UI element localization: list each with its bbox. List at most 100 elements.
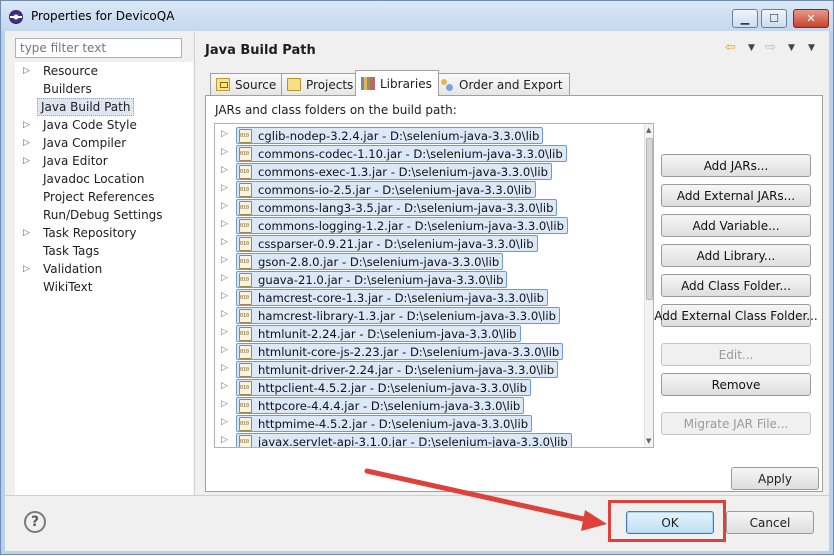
migrate-jar-button[interactable]: Migrate JAR File... — [661, 412, 811, 435]
add-external-jars-button[interactable]: Add External JARs... — [661, 184, 811, 207]
expand-arrow-icon[interactable]: ▷ — [221, 381, 228, 391]
jar-selection[interactable]: cssparser-0.9.21.jar - D:\selenium-java-… — [236, 235, 538, 252]
nav-item[interactable]: Javadoc Location — [15, 170, 193, 188]
nav-item[interactable]: WikiText — [15, 278, 193, 296]
nav-item[interactable]: Task Tags — [15, 242, 193, 260]
nav-item[interactable]: Run/Debug Settings — [15, 206, 193, 224]
jar-selection[interactable]: guava-21.0.jar - D:\selenium-java-3.3.0\… — [236, 271, 508, 288]
expand-arrow-icon[interactable]: ▷ — [221, 309, 228, 319]
jar-list-item[interactable]: ▷ httpcore-4.4.4.jar - D:\selenium-java-3… — [215, 396, 640, 414]
jar-list-item[interactable]: ▷ cssparser-0.9.21.jar - D:\selenium-java… — [215, 234, 640, 252]
minimize-button[interactable]: ▁ — [732, 9, 758, 28]
jar-selection[interactable]: commons-exec-1.3.jar - D:\selenium-java-… — [236, 163, 552, 180]
back-arrow-icon[interactable]: ⇦ — [725, 40, 736, 55]
expand-arrow-icon[interactable]: ▷ — [23, 260, 33, 278]
expand-arrow-icon[interactable]: ▷ — [23, 134, 33, 152]
expand-arrow-icon[interactable]: ▷ — [23, 224, 33, 242]
expand-arrow-icon[interactable]: ▷ — [221, 183, 228, 193]
tab-libraries[interactable]: Libraries — [355, 70, 439, 96]
jar-list-item[interactable]: ▷ gson-2.8.0.jar - D:\selenium-java-3.3.0… — [215, 252, 640, 270]
nav-item[interactable]: ▷ Java Compiler — [15, 134, 193, 152]
jar-selection[interactable]: httpclient-4.5.2.jar - D:\selenium-java-… — [236, 379, 531, 396]
expand-arrow-icon[interactable]: ▷ — [23, 116, 33, 134]
jar-selection[interactable]: hamcrest-library-1.3.jar - D:\selenium-j… — [236, 307, 560, 324]
expand-arrow-icon[interactable]: ▷ — [221, 291, 228, 301]
expand-arrow-icon[interactable]: ▷ — [221, 399, 228, 409]
expand-arrow-icon[interactable]: ▷ — [221, 237, 228, 247]
jar-list-scrollbar[interactable]: ▲ ▼ — [644, 124, 653, 447]
edit-button[interactable]: Edit... — [661, 343, 811, 366]
expand-arrow-icon[interactable]: ▷ — [23, 62, 33, 80]
nav-item[interactable]: ▷ Resource — [15, 62, 193, 80]
expand-arrow-icon[interactable]: ▷ — [221, 417, 228, 427]
back-dropdown-icon[interactable]: ▼ — [748, 43, 755, 53]
expand-arrow-icon[interactable]: ▷ — [221, 255, 228, 265]
jar-list-item[interactable]: ▷ commons-lang3-3.5.jar - D:\selenium-jav… — [215, 198, 640, 216]
expand-arrow-icon[interactable]: ▷ — [221, 327, 228, 337]
jar-selection[interactable]: httpmime-4.5.2.jar - D:\selenium-java-3.… — [236, 415, 533, 432]
filter-input[interactable] — [15, 38, 182, 58]
maximize-button[interactable]: ☐ — [761, 9, 787, 28]
scroll-down-icon[interactable]: ▼ — [646, 437, 651, 445]
nav-item[interactable]: ▷ Java Code Style — [15, 116, 193, 134]
expand-arrow-icon[interactable]: ▷ — [221, 273, 228, 283]
nav-item[interactable]: Project References — [15, 188, 193, 206]
jar-selection[interactable]: commons-io-2.5.jar - D:\selenium-java-3.… — [236, 181, 536, 198]
add-class-folder-button[interactable]: Add Class Folder... — [661, 274, 811, 297]
nav-item[interactable]: ▷ Validation — [15, 260, 193, 278]
expand-arrow-icon[interactable]: ▷ — [221, 165, 228, 175]
tab-order-and-export[interactable]: Order and Export — [434, 73, 570, 95]
jar-selection[interactable]: htmlunit-2.24.jar - D:\selenium-java-3.3… — [236, 325, 521, 342]
scroll-thumb[interactable] — [646, 138, 653, 300]
jar-selection[interactable]: httpcore-4.4.4.jar - D:\selenium-java-3.… — [236, 397, 525, 414]
help-icon[interactable]: ? — [24, 511, 46, 533]
jar-selection[interactable]: cglib-nodep-3.2.4.jar - D:\selenium-java… — [236, 127, 544, 144]
tab-projects[interactable]: Projects — [281, 73, 361, 95]
jar-list-item[interactable]: ▷ guava-21.0.jar - D:\selenium-java-3.3.0… — [215, 270, 640, 288]
pane-divider[interactable] — [194, 31, 195, 495]
expand-arrow-icon[interactable]: ▷ — [221, 129, 228, 139]
expand-arrow-icon[interactable]: ▷ — [221, 147, 228, 157]
remove-button[interactable]: Remove — [661, 373, 811, 396]
expand-arrow-icon[interactable]: ▷ — [221, 219, 228, 229]
jar-list-item[interactable]: ▷ htmlunit-driver-2.24.jar - D:\selenium-… — [215, 360, 640, 378]
tab-source[interactable]: Source — [210, 73, 284, 95]
apply-button[interactable]: Apply — [731, 467, 819, 490]
nav-item[interactable]: ▷ Task Repository — [15, 224, 193, 242]
add-variable-button[interactable]: Add Variable... — [661, 214, 811, 237]
add-external-class-folder-button[interactable]: Add External Class Folder... — [654, 304, 818, 327]
jar-list-item[interactable]: ▷ hamcrest-library-1.3.jar - D:\selenium-… — [215, 306, 640, 324]
expand-arrow-icon[interactable]: ▷ — [221, 201, 228, 211]
jar-selection[interactable]: commons-codec-1.10.jar - D:\selenium-jav… — [236, 145, 567, 162]
expand-arrow-icon[interactable]: ▷ — [23, 152, 33, 170]
jar-list-item[interactable]: ▷ hamcrest-core-1.3.jar - D:\selenium-jav… — [215, 288, 640, 306]
jar-list-item[interactable]: ▷ javax.servlet-api-3.1.0.jar - D:\seleni… — [215, 432, 640, 447]
jar-selection[interactable]: htmlunit-core-js-2.23.jar - D:\selenium-… — [236, 343, 564, 360]
expand-arrow-icon[interactable]: ▷ — [221, 435, 228, 445]
jar-list[interactable]: ▷ javax.servlet-api-3.1.0.jar - D:\seleni… — [214, 123, 654, 448]
ok-button[interactable]: OK — [626, 511, 714, 534]
jar-list-item[interactable]: ▷ commons-exec-1.3.jar - D:\selenium-java… — [215, 162, 640, 180]
jar-list-item[interactable]: ▷ htmlunit-core-js-2.23.jar - D:\selenium… — [215, 342, 640, 360]
nav-item[interactable]: ▷ Java Editor — [15, 152, 193, 170]
jar-list-item[interactable]: ▷ commons-io-2.5.jar - D:\selenium-java-3… — [215, 180, 640, 198]
jar-list-item[interactable]: ▷ htmlunit-2.24.jar - D:\selenium-java-3.… — [215, 324, 640, 342]
jar-list-item[interactable]: ▷ httpclient-4.5.2.jar - D:\selenium-java… — [215, 378, 640, 396]
expand-arrow-icon[interactable]: ▷ — [221, 363, 228, 373]
close-button[interactable]: ✕ — [793, 9, 829, 28]
add-library-button[interactable]: Add Library... — [661, 244, 811, 267]
jar-list-item[interactable]: ▷ httpmime-4.5.2.jar - D:\selenium-java-3… — [215, 414, 640, 432]
jar-list-item[interactable]: ▷ commons-codec-1.10.jar - D:\selenium-ja… — [215, 144, 640, 162]
nav-item[interactable]: Builders — [15, 80, 193, 98]
jar-selection[interactable]: commons-lang3-3.5.jar - D:\selenium-java… — [236, 199, 558, 216]
add-jars-button[interactable]: Add JARs... — [661, 154, 811, 177]
jar-selection[interactable]: hamcrest-core-1.3.jar - D:\selenium-java… — [236, 289, 548, 306]
jar-list-item[interactable]: ▷ cglib-nodep-3.2.4.jar - D:\selenium-jav… — [215, 126, 640, 144]
jar-selection[interactable]: gson-2.8.0.jar - D:\selenium-java-3.3.0\… — [236, 253, 504, 270]
view-menu-icon[interactable]: ▼ — [808, 43, 815, 53]
jar-selection[interactable]: htmlunit-driver-2.24.jar - D:\selenium-j… — [236, 361, 559, 378]
scroll-up-icon[interactable]: ▲ — [646, 126, 651, 134]
jar-list-item[interactable]: ▷ commons-logging-1.2.jar - D:\selenium-j… — [215, 216, 640, 234]
jar-selection[interactable]: javax.servlet-api-3.1.0.jar - D:\seleniu… — [236, 433, 572, 447]
expand-arrow-icon[interactable]: ▷ — [221, 345, 228, 355]
